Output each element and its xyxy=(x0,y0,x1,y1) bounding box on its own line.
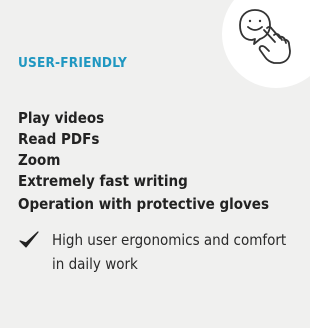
feature-item-fast-writing: Extremely fast writing xyxy=(18,172,188,190)
feature-item-protective-gloves: Operation with protective gloves xyxy=(18,195,270,213)
feature-card: USER-FRIENDLY Play videos Read PDFs Zoom… xyxy=(0,0,310,328)
section-heading: USER-FRIENDLY xyxy=(18,55,128,71)
feature-item-play-videos: Play videos xyxy=(18,109,105,127)
checkmark-icon xyxy=(19,231,39,248)
touch-hand-smiley-icon xyxy=(239,9,291,64)
feature-item-zoom: Zoom xyxy=(18,151,61,169)
feature-list: Play videos Read PDFs Zoom Extremely fas… xyxy=(18,108,269,215)
feature-item-read-pdfs: Read PDFs xyxy=(18,130,100,148)
benefit-text: High user ergonomics and comfort in dail… xyxy=(52,231,287,273)
